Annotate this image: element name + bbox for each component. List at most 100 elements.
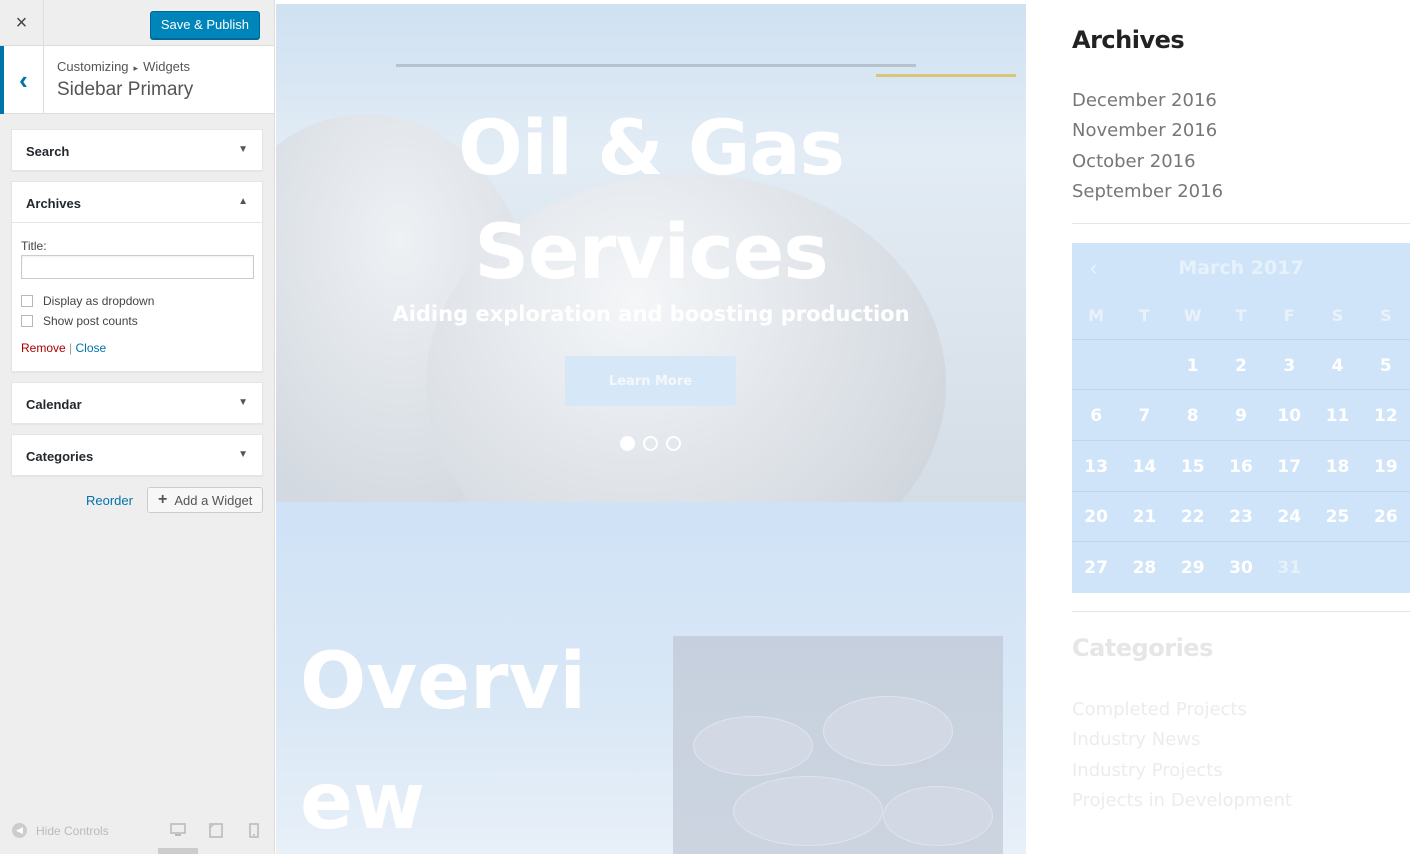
- slider-dots: [620, 436, 681, 451]
- learn-more-button[interactable]: Learn More: [565, 356, 736, 406]
- weekday-label: S: [1331, 306, 1344, 325]
- overview-section: Overview: [276, 502, 1026, 854]
- hide-controls-button[interactable]: ◀ Hide Controls: [12, 823, 109, 838]
- divider: [1072, 611, 1410, 612]
- calendar-day: 15: [1180, 457, 1205, 477]
- calendar-day: 10: [1277, 406, 1302, 426]
- widget-title: Calendar: [26, 397, 82, 412]
- category-link[interactable]: Completed Projects: [1072, 699, 1292, 729]
- calendar-day: 12: [1373, 406, 1398, 426]
- weekday-label: W: [1183, 306, 1202, 325]
- widget-title: Archives: [26, 196, 81, 211]
- breadcrumb-separator: ▸: [133, 63, 139, 73]
- hero-subtitle: Aiding exploration and boosting producti…: [392, 302, 910, 326]
- close-link[interactable]: Close: [76, 341, 107, 355]
- calendar-day: 11: [1325, 406, 1350, 426]
- calendar-day: 30: [1229, 558, 1253, 578]
- hero-image-railing-yellow: [876, 74, 1016, 77]
- widget-title: Categories: [26, 449, 94, 464]
- archive-link[interactable]: September 2016: [1072, 181, 1223, 211]
- calendar-day: 16: [1229, 457, 1253, 477]
- breadcrumb: Customizing ▸ Widgets: [57, 59, 190, 74]
- calendar-day: 18: [1325, 457, 1350, 477]
- calendar-week: 27 28 29 30 31: [1072, 558, 1410, 578]
- customizer-panel: × Save & Publish ‹ Customizing ▸ Widgets S…: [0, 0, 275, 854]
- show-post-counts-checkbox[interactable]: [21, 315, 33, 327]
- category-link[interactable]: Industry Projects: [1072, 760, 1292, 790]
- archives-heading: Archives: [1072, 26, 1185, 54]
- archive-link[interactable]: November 2016: [1072, 120, 1223, 150]
- add-widget-button[interactable]: + Add a Widget: [147, 487, 263, 513]
- calendar-weekdays: M T W T F S S: [1072, 306, 1410, 325]
- calendar-day: 24: [1277, 507, 1302, 527]
- calendar-day: 20: [1084, 507, 1108, 527]
- save-publish-button[interactable]: Save & Publish: [149, 11, 260, 39]
- archive-link[interactable]: December 2016: [1072, 90, 1223, 120]
- slider-dot[interactable]: [666, 436, 681, 451]
- tablet-icon[interactable]: [209, 823, 223, 841]
- mobile-icon[interactable]: [249, 823, 259, 841]
- hero-title: Oil & Gas Services: [458, 103, 845, 296]
- calendar-day: 29: [1180, 558, 1205, 578]
- overview-image: [673, 636, 1003, 854]
- widget-archives[interactable]: Archives ▲ Title: Display as dropdown Sh…: [11, 181, 263, 372]
- site-sidebar: Archives December 2016 November 2016 Oct…: [1026, 0, 1419, 854]
- chevron-up-icon[interactable]: ▲: [238, 196, 248, 207]
- archive-link[interactable]: October 2016: [1072, 151, 1223, 181]
- slider-dot[interactable]: [620, 436, 635, 451]
- image-tank: [823, 696, 953, 766]
- widget-search[interactable]: Search ▼: [11, 129, 263, 171]
- widget-header[interactable]: Search ▼: [12, 130, 262, 170]
- category-link[interactable]: Projects in Development: [1072, 790, 1292, 820]
- category-link[interactable]: Industry News: [1072, 729, 1292, 759]
- calendar-day: 19: [1373, 457, 1398, 477]
- calendar-day: 27: [1084, 558, 1108, 578]
- calendar-week: 20 21 22 23 24 25 26: [1072, 507, 1410, 527]
- calendar-header: ‹ March 2017: [1072, 243, 1410, 293]
- reorder-link[interactable]: Reorder: [86, 493, 133, 508]
- divider: [1072, 223, 1410, 224]
- hero-image-railing: [396, 64, 916, 67]
- widget-header[interactable]: Calendar ▼: [12, 383, 262, 423]
- breadcrumb-root: Customizing: [57, 59, 129, 74]
- counts-option[interactable]: Show post counts: [21, 311, 253, 331]
- slider-dot[interactable]: [643, 436, 658, 451]
- calendar-day: 14: [1132, 457, 1157, 477]
- calendar-divider: [1072, 389, 1410, 390]
- calendar-day: 8: [1186, 406, 1199, 426]
- hide-controls-label: Hide Controls: [36, 823, 109, 838]
- actions-separator: |: [69, 341, 73, 355]
- display-dropdown-checkbox[interactable]: [21, 295, 33, 307]
- calendar-day: 25: [1325, 507, 1350, 527]
- calendar-day: 13: [1084, 457, 1108, 477]
- chevron-down-icon[interactable]: ▼: [238, 397, 248, 408]
- dropdown-option[interactable]: Display as dropdown: [21, 291, 253, 311]
- show-post-counts-label: Show post counts: [43, 314, 138, 328]
- title-input[interactable]: [21, 255, 254, 279]
- calendar-divider: [1072, 541, 1410, 542]
- widget-title: Search: [26, 144, 70, 159]
- widget-calendar[interactable]: Calendar ▼: [11, 382, 263, 424]
- section-title: Sidebar Primary: [57, 79, 194, 100]
- breadcrumb-child: Widgets: [143, 59, 191, 74]
- remove-link[interactable]: Remove: [21, 341, 66, 355]
- calendar-day: [1072, 356, 1120, 376]
- calendar-day: 22: [1180, 507, 1205, 527]
- weekday-label: T: [1138, 306, 1150, 325]
- chevron-down-icon[interactable]: ▼: [238, 449, 248, 460]
- widget-actions: Remove | Close: [21, 341, 253, 355]
- widget-header[interactable]: Categories ▼: [12, 435, 262, 475]
- desktop-icon[interactable]: [170, 823, 186, 840]
- calendar-day: [1313, 558, 1361, 578]
- widget-categories[interactable]: Categories ▼: [11, 434, 263, 476]
- chevron-down-icon[interactable]: ▼: [238, 144, 248, 155]
- calendar-day: 5: [1379, 356, 1392, 376]
- collapse-icon: ◀: [12, 823, 27, 838]
- calendar-day: 2: [1235, 356, 1247, 376]
- add-widget-label: Add a Widget: [174, 492, 253, 508]
- back-button[interactable]: ‹: [0, 46, 44, 114]
- close-customizer-button[interactable]: ×: [0, 0, 44, 46]
- widget-header[interactable]: Archives ▲: [12, 182, 262, 222]
- image-tank: [733, 776, 883, 846]
- calendar-day: 23: [1229, 507, 1253, 527]
